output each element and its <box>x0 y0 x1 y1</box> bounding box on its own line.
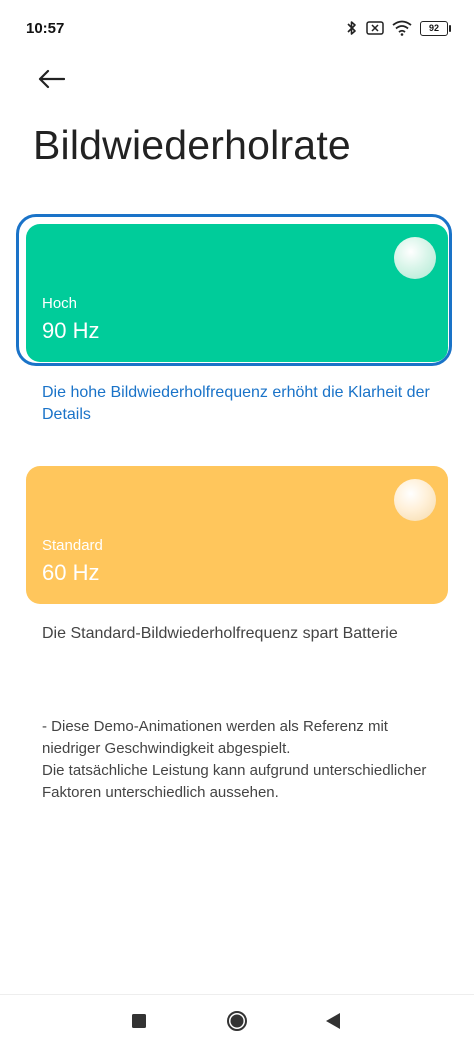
status-icons: 92 <box>346 18 451 38</box>
option-card-standard[interactable]: Standard 60 Hz <box>26 466 448 604</box>
square-icon <box>131 1013 147 1034</box>
demo-ball-icon <box>394 237 436 279</box>
arrow-left-icon <box>37 69 66 94</box>
triangle-back-icon <box>325 1012 341 1035</box>
battery-icon: 92 <box>420 20 451 36</box>
option-value: 90 Hz <box>42 318 100 343</box>
status-bar: 10:57 92 <box>0 0 474 58</box>
option-label: Standard <box>42 537 103 554</box>
page-title: Bildwiederholrate <box>33 122 351 168</box>
demo-note: - Diese Demo-Animationen werden als Refe… <box>42 718 427 801</box>
navigation-bar <box>0 994 474 1053</box>
option-label: Hoch <box>42 295 78 312</box>
back-nav-button[interactable] <box>318 1008 348 1038</box>
home-button[interactable] <box>222 1008 252 1038</box>
bluetooth-icon <box>346 20 358 36</box>
circle-home-icon <box>226 1010 248 1037</box>
option-value: 60 Hz <box>42 560 100 585</box>
sim-icon <box>366 21 384 35</box>
demo-ball-icon <box>394 479 436 521</box>
wifi-icon <box>392 20 412 36</box>
option-card-high[interactable]: Hoch 90 Hz <box>26 224 448 362</box>
option-description-standard: Die Standard-Bildwiederholfrequenz spart… <box>42 625 398 642</box>
option-description-high: Die hohe Bildwiederholfrequenz erhöht di… <box>42 384 430 423</box>
back-button[interactable] <box>34 64 68 98</box>
status-time: 10:57 <box>26 20 65 37</box>
recents-button[interactable] <box>124 1008 154 1038</box>
